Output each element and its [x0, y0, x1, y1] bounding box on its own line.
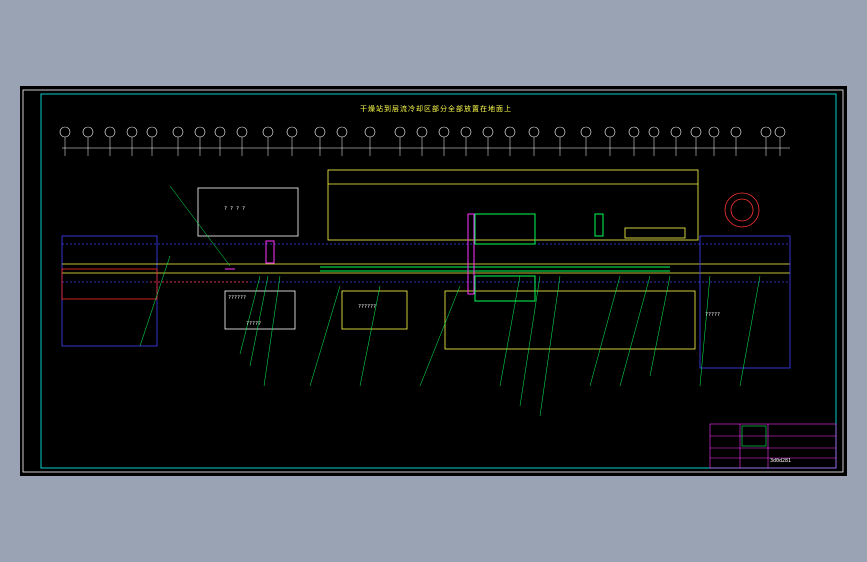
grid-bubble — [394, 126, 406, 138]
leader-line — [169, 185, 231, 267]
grid-bubble — [336, 126, 348, 138]
main-line — [61, 227, 791, 369]
title-block-code: 3d0d281 — [770, 458, 792, 464]
leader-line — [589, 275, 621, 387]
grid-bubble — [554, 126, 566, 138]
leader-line — [499, 275, 521, 387]
grid-bubble — [730, 126, 742, 138]
drawing-title: 干燥站到层流冷却区部分全部放置在地面上 — [360, 105, 512, 113]
inner-frame — [40, 93, 837, 469]
leader-line — [139, 255, 171, 347]
grid-bubble — [482, 126, 494, 138]
grid-bubble — [504, 126, 516, 138]
unknown-label-5: ????? — [705, 312, 721, 318]
leader-line — [359, 285, 381, 387]
grid-bubble — [104, 126, 116, 138]
grid-bubble — [416, 126, 428, 138]
unknown-label-1: ? ? ? ? — [224, 206, 246, 212]
grid-bubble — [670, 126, 682, 138]
grid-bubbles — [59, 126, 786, 156]
leader-line — [419, 285, 461, 387]
grid-bubble — [286, 126, 298, 138]
grid-bubble — [460, 126, 472, 138]
leader-line — [309, 285, 341, 387]
leader-line — [239, 275, 261, 355]
leader-line — [519, 275, 541, 407]
grid-bubble — [126, 126, 138, 138]
grid-bubble — [690, 126, 702, 138]
unknown-label-3: ?????? — [358, 304, 377, 310]
leader-line — [539, 275, 561, 417]
grid-bubble — [194, 126, 206, 138]
unknown-label-2: ?????? — [228, 295, 247, 301]
grid-bubble — [628, 126, 640, 138]
grid-bubble — [604, 126, 616, 138]
grid-bubble — [172, 126, 184, 138]
grid-bubble — [708, 126, 720, 138]
grid-bubble — [82, 126, 94, 138]
drawing-sheet: 干燥站到层流冷却区部分全部放置在地面上 ? ? ? ? ?????? ?????… — [20, 86, 847, 476]
outer-frame — [22, 89, 844, 473]
leader-line — [263, 275, 281, 387]
grid-bubble — [314, 126, 326, 138]
grid-bubble — [438, 126, 450, 138]
grid-bubble — [760, 126, 772, 138]
cad-drawing-canvas — [22, 89, 844, 473]
grid-bubble — [214, 126, 226, 138]
leader-line — [699, 275, 711, 387]
grid-bubble — [580, 126, 592, 138]
leader-line — [619, 275, 651, 387]
grid-bubble — [364, 126, 376, 138]
grid-bubble — [236, 126, 248, 138]
leader-line — [739, 275, 761, 387]
grid-bubble — [774, 126, 786, 138]
grid-bubble — [262, 126, 274, 138]
grid-bubble — [648, 126, 660, 138]
grid-bubble — [146, 126, 158, 138]
unknown-label-4: ????? — [246, 321, 262, 327]
grid-bubble — [528, 126, 540, 138]
grid-bubble — [59, 126, 71, 138]
upper-building — [197, 169, 760, 241]
rolling-stands — [320, 213, 670, 302]
leader-lines — [139, 185, 761, 417]
